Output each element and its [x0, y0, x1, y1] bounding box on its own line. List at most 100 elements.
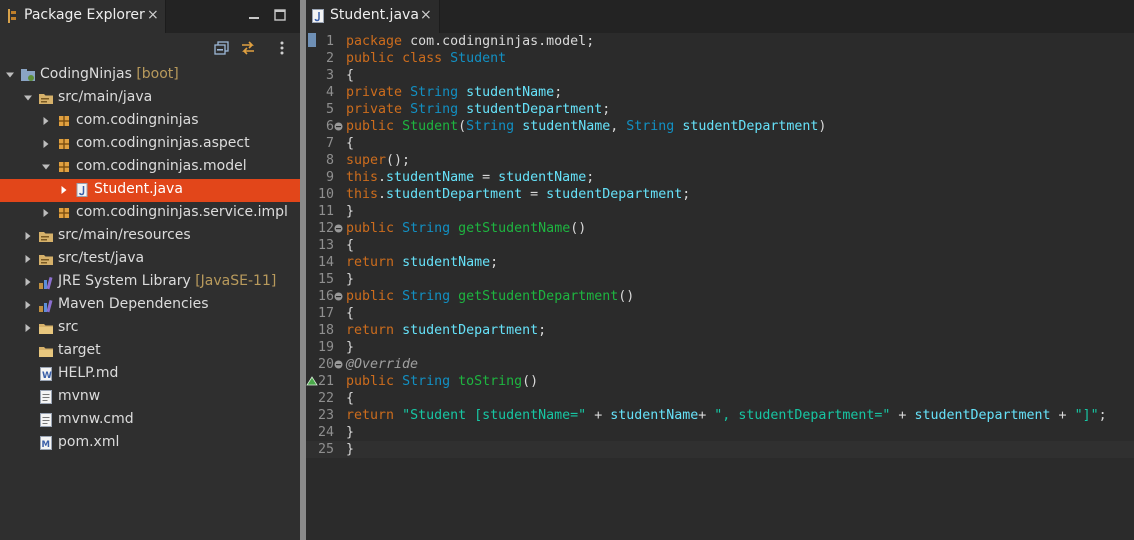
view-menu-icon[interactable] — [276, 40, 288, 56]
line-number: 11 — [317, 204, 334, 219]
tree-item[interactable]: com.codingninjas.model — [0, 156, 300, 179]
tree-item-name: src/main/java — [58, 89, 153, 105]
code-line[interactable]: 22 { — [306, 390, 1134, 407]
tree-item[interactable]: src — [0, 317, 300, 340]
code-line[interactable]: 6 public Student(String studentName, Stri… — [306, 118, 1134, 135]
collapsed-arrow-icon[interactable] — [24, 301, 32, 309]
fold-toggle-icon[interactable] — [334, 122, 343, 131]
code-line[interactable]: 11} — [306, 203, 1134, 220]
tree-item[interactable]: mvnw — [0, 386, 300, 409]
close-icon[interactable]: × — [420, 7, 432, 23]
code-line[interactable]: 5 private String studentDepartment; — [306, 101, 1134, 118]
tree-item[interactable]: com.codingninjas.aspect — [0, 133, 300, 156]
folder-icon — [39, 324, 53, 334]
package-explorer-icon — [8, 9, 16, 23]
tree-item-label: Student.java — [94, 181, 183, 197]
java-editor: Student.java × 1 package com.codingninjas… — [306, 0, 1134, 540]
collapsed-arrow-icon[interactable] — [24, 278, 32, 286]
override-marker-icon[interactable] — [306, 376, 318, 386]
tree-item[interactable]: mvnw.cmd — [0, 409, 300, 432]
package-explorer-view: Package Explorer × CodingNinjas [boot] sr… — [0, 0, 300, 540]
tree-item[interactable]: com.codingninjas.service.impl — [0, 202, 300, 225]
line-number: 6 — [325, 119, 334, 134]
tree-item[interactable]: com.codingninjas — [0, 110, 300, 133]
code-line[interactable]: 3{ — [306, 67, 1134, 84]
maximize-icon[interactable] — [273, 8, 287, 22]
code-line[interactable]: 12 public String getStudentName() — [306, 220, 1134, 237]
tree-item[interactable]: W HELP.md — [0, 363, 300, 386]
tree-item-label: mvnw.cmd — [58, 411, 134, 427]
code-line[interactable]: 25} — [306, 441, 1134, 458]
code-line[interactable]: 19} — [306, 339, 1134, 356]
package-explorer-tabbar: Package Explorer × — [0, 0, 300, 33]
collapsed-arrow-icon[interactable] — [24, 324, 32, 332]
tree-item[interactable]: Maven Dependencies — [0, 294, 300, 317]
tree-item[interactable]: src/main/resources — [0, 225, 300, 248]
expanded-arrow-icon[interactable] — [42, 163, 50, 171]
line-number: 23 — [317, 408, 334, 423]
code-line[interactable]: 4 private String studentName; — [306, 84, 1134, 101]
collapsed-arrow-icon[interactable] — [42, 209, 50, 217]
collapsed-arrow-icon[interactable] — [24, 255, 32, 263]
tree-item[interactable]: target — [0, 340, 300, 363]
code-line[interactable]: 10 this.studentDepartment = studentDepart… — [306, 186, 1134, 203]
code-line[interactable]: 2 public class Student — [306, 50, 1134, 67]
code-text: public String getStudentDepartment() — [346, 289, 635, 304]
collapsed-arrow-icon[interactable] — [60, 186, 68, 194]
expanded-arrow-icon[interactable] — [24, 94, 32, 102]
minimize-icon[interactable] — [247, 8, 261, 22]
code-line[interactable]: 18 return studentDepartment; — [306, 322, 1134, 339]
code-text: package com.codingninjas.model; — [346, 34, 595, 49]
code-line[interactable]: 20 @Override — [306, 356, 1134, 373]
fold-toggle-icon[interactable] — [334, 360, 343, 369]
tree-item[interactable]: JRE System Library [JavaSE-11] — [0, 271, 300, 294]
tree-item-label: target — [58, 342, 101, 358]
line-number: 1 — [325, 34, 334, 49]
fold-toggle-icon[interactable] — [334, 224, 343, 233]
code-line[interactable]: 16 public String getStudentDepartment() — [306, 288, 1134, 305]
line-number: 5 — [325, 102, 334, 117]
close-icon[interactable]: × — [147, 7, 159, 23]
tree-item[interactable]: CodingNinjas [boot] — [0, 64, 300, 87]
expanded-arrow-icon[interactable] — [6, 71, 14, 79]
tree-item-name: Student.java — [94, 181, 183, 197]
code-text: } — [346, 425, 355, 440]
code-line[interactable]: 14 return studentName; — [306, 254, 1134, 271]
text-file-icon — [40, 413, 52, 427]
code-line[interactable]: 24} — [306, 424, 1134, 441]
tree-item-name: mvnw — [58, 388, 101, 404]
collapsed-arrow-icon[interactable] — [42, 140, 50, 148]
code-line[interactable]: 1 package com.codingninjas.model; — [306, 33, 1134, 50]
collapsed-arrow-icon[interactable] — [24, 232, 32, 240]
code-line[interactable]: 23 return "Student [studentName=" + stude… — [306, 407, 1134, 424]
tree-item[interactable]: Student.java — [0, 179, 300, 202]
tree-item[interactable]: src/test/java — [0, 248, 300, 271]
library-icon — [39, 299, 53, 313]
code-line[interactable]: 7{ — [306, 135, 1134, 152]
code-text: private String studentName; — [346, 85, 563, 100]
code-line[interactable]: 9 this.studentName = studentName; — [306, 169, 1134, 186]
line-number: 19 — [317, 340, 334, 355]
code-line[interactable]: 21 public String toString() — [306, 373, 1134, 390]
code-line[interactable]: 15} — [306, 271, 1134, 288]
collapsed-arrow-icon[interactable] — [42, 117, 50, 125]
code-text: super(); — [346, 153, 411, 168]
tab-label: Package Explorer — [24, 7, 145, 23]
code-line[interactable]: 13 { — [306, 237, 1134, 254]
code-line[interactable]: 17 { — [306, 305, 1134, 322]
package-icon — [59, 162, 69, 172]
tree-item[interactable]: src/main/java — [0, 87, 300, 110]
code-text: { — [346, 238, 355, 253]
package-icon — [59, 116, 69, 126]
collapse-all-icon[interactable] — [214, 40, 230, 56]
tree-item-name: src/main/resources — [58, 227, 191, 243]
tree-item-label: JRE System Library [JavaSE-11] — [58, 273, 276, 289]
code-area[interactable]: 1 package com.codingninjas.model; 2 public … — [306, 33, 1134, 540]
tree-item[interactable]: Mpom.xml — [0, 432, 300, 455]
tab-package-explorer[interactable]: Package Explorer × — [0, 0, 166, 33]
code-line[interactable]: 8 super(); — [306, 152, 1134, 169]
tree-item-decoration: [boot] — [136, 66, 179, 82]
link-with-editor-icon[interactable] — [240, 40, 256, 56]
tab-student-java[interactable]: Student.java × — [306, 0, 440, 33]
fold-toggle-icon[interactable] — [334, 292, 343, 301]
